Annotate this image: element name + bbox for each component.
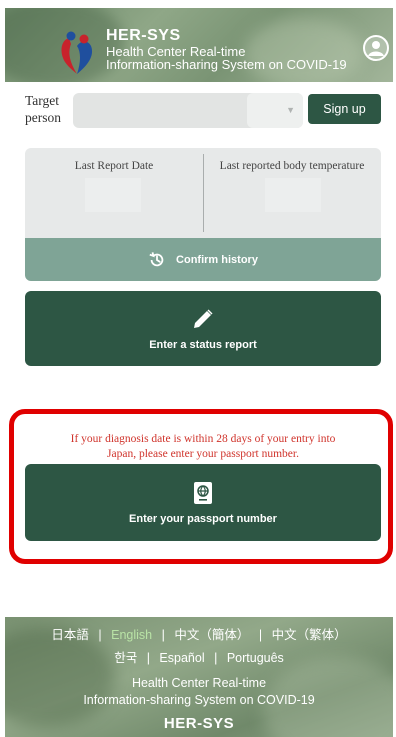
report-summary-card: Last Report Date Last reported body temp… [25,148,381,238]
confirm-history-label: Confirm history [176,253,258,266]
brand-subtitle-line2: Information-sharing System on COVID-19 [106,57,347,73]
passport-notice-line1: If your diagnosis date is within 28 days… [70,433,336,445]
passport-icon [194,481,212,504]
last-temperature-value [265,178,321,212]
passport-notice: If your diagnosis date is within 28 days… [30,432,376,462]
last-report-date-label: Last Report Date [74,160,154,172]
account-circle-icon[interactable] [363,35,389,61]
language-link-portuguese[interactable]: Português [227,651,284,665]
her-sys-logo-icon [61,31,93,74]
language-separator: | [98,628,102,642]
pencil-icon [194,309,213,328]
last-report-date-value [85,178,141,212]
language-separator: | [214,651,218,665]
language-separator: | [258,628,263,642]
target-label-line1: Target [25,93,60,108]
language-link-english[interactable]: English [111,628,152,642]
language-link-korean[interactable]: 한국 [114,651,137,665]
language-separator: | [161,628,165,642]
target-person-select[interactable]: ▼ [73,93,303,128]
app-footer: 日本語 | English | 中文（簡体） | 中文（繁体） 한국 | Esp… [5,617,393,737]
enter-status-report-button[interactable]: Enter a status report [25,291,381,366]
language-link-chinese-traditional[interactable]: 中文（繁体） [272,628,347,642]
sign-up-button[interactable]: Sign up [308,94,381,124]
language-row-2: 한국 | Español | Português [5,650,393,666]
history-icon [149,251,164,266]
brand-subtitle-line1: Health Center Real-time [106,43,246,59]
language-separator: | [146,651,150,665]
confirm-history-button[interactable]: Confirm history [25,238,381,281]
target-label-line2: person [25,110,61,125]
footer-subtitle: Health Center Real-time Information-shar… [5,675,393,709]
language-link-chinese-simplified[interactable]: 中文（簡体） [174,628,249,642]
last-temperature-label: Last reported body temperature [219,160,365,172]
footer-subtitle-line2: Information-sharing System on COVID-19 [83,693,315,707]
footer-subtitle-line1: Health Center Real-time [131,676,267,690]
brand-block: HER-SYS Health Center Real-time Informat… [106,27,347,73]
passport-notice-line2: Japan, please enter your passport number… [107,448,299,460]
enter-passport-number-button[interactable]: Enter your passport number [25,464,381,541]
language-row-1: 日本語 | English | 中文（簡体） | 中文（繁体） [5,627,393,643]
report-divider [203,154,204,232]
footer-brand-name: HER-SYS [163,715,235,732]
language-link-japanese[interactable]: 日本語 [51,628,89,642]
brand-name: HER-SYS [106,27,181,44]
status-report-label: Enter a status report [149,338,257,351]
language-link-spanish[interactable]: Español [159,651,204,665]
target-person-label: Target person [25,92,65,126]
app-header: HER-SYS Health Center Real-time Informat… [5,8,393,82]
passport-button-label: Enter your passport number [129,512,277,525]
chevron-down-icon[interactable]: ▼ [286,105,295,115]
